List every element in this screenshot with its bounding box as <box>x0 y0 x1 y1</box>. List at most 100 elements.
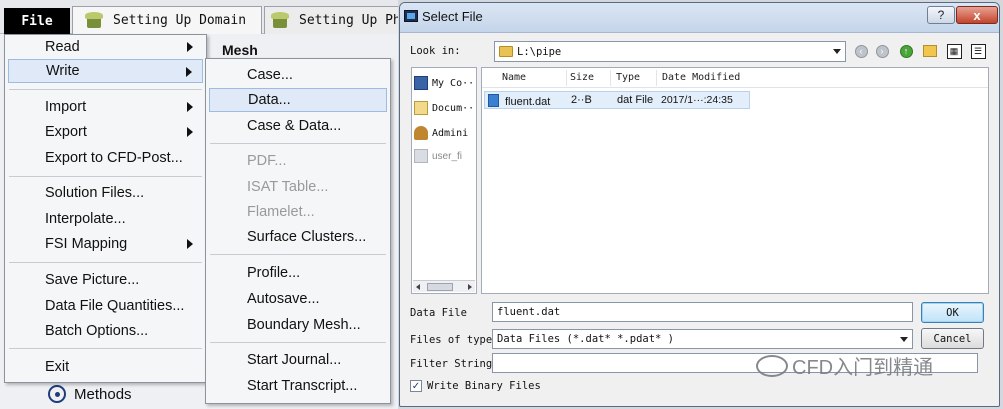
tab-file[interactable]: File <box>4 8 70 34</box>
ok-button[interactable]: OK <box>921 302 984 323</box>
menu-item-data[interactable]: Data... <box>209 88 387 112</box>
methods-tree-item[interactable]: Methods <box>48 385 132 403</box>
files-of-type-value: Data Files (*.dat* *.pdat* ) <box>497 333 675 345</box>
tab-setting-up-domain[interactable]: Setting Up Domain <box>72 6 262 34</box>
column-divider[interactable] <box>566 70 567 86</box>
file-list-header: Name Size Type Date Modified <box>482 68 988 88</box>
close-icon: x <box>973 7 981 23</box>
menu-item-case[interactable]: Case... <box>209 63 387 87</box>
user-icon <box>414 126 428 140</box>
menu-item-label: Start Transcript... <box>247 378 358 394</box>
menu-item-export-to-cfd-post[interactable]: Export to CFD-Post... <box>8 146 203 170</box>
file-name-cell: fluent.dat <box>488 94 550 108</box>
menu-item-label: Data... <box>248 92 291 108</box>
places-sidebar: My Co·· Docum·· Admini user_fi <box>411 67 477 294</box>
sidebar-horizontal-scrollbar[interactable] <box>413 280 475 292</box>
chevron-down-icon <box>833 49 841 54</box>
menu-item-surface-clusters[interactable]: Surface Clusters... <box>209 225 387 249</box>
menu-item-label: Write <box>46 63 80 79</box>
sidebar-item-documents[interactable]: Docum·· <box>414 99 474 117</box>
mesh-group-label: Mesh <box>222 42 258 58</box>
menu-item-export[interactable]: Export <box>8 120 203 144</box>
data-file-value: fluent.dat <box>497 306 561 318</box>
sidebar-item-label: Admini <box>432 127 469 139</box>
list-view-button[interactable]: ▦ <box>945 42 963 60</box>
scroll-right-icon <box>468 284 472 290</box>
forward-button[interactable]: › <box>873 42 891 60</box>
menu-item-label: ISAT Table... <box>247 179 329 195</box>
look-in-combo[interactable]: L:\pipe <box>494 41 846 62</box>
menu-item-start-journal[interactable]: Start Journal... <box>209 348 387 372</box>
computer-icon <box>414 76 428 90</box>
tab-setting-up-physics[interactable]: Setting Up Phy <box>264 6 398 34</box>
menu-item-interpolate[interactable]: Interpolate... <box>8 207 203 231</box>
close-button[interactable]: x <box>956 6 998 24</box>
filter-string-label: Filter String <box>410 358 493 370</box>
back-arrow-icon: ‹ <box>854 44 868 58</box>
menu-item-label: Export to CFD-Post... <box>45 150 183 166</box>
back-button[interactable]: ‹ <box>852 42 870 60</box>
detail-view-button[interactable]: ☰ <box>969 42 987 60</box>
menu-item-label: Export <box>45 124 87 140</box>
sidebar-item-user-files[interactable]: user_fi <box>414 147 462 165</box>
menu-item-label: Save Picture... <box>45 272 140 288</box>
menu-item-save-picture[interactable]: Save Picture... <box>8 268 203 292</box>
write-binary-files-checkbox[interactable]: ✓ <box>410 380 422 392</box>
files-of-type-combo[interactable]: Data Files (*.dat* *.pdat* ) <box>492 329 913 349</box>
menu-item-autosave[interactable]: Autosave... <box>209 287 387 311</box>
data-file-input[interactable]: fluent.dat <box>492 302 913 322</box>
column-divider[interactable] <box>610 70 611 86</box>
menu-item-data-file-quantities[interactable]: Data File Quantities... <box>8 294 203 318</box>
wechat-logo-icon <box>756 354 788 377</box>
new-folder-icon <box>923 45 937 57</box>
column-header-size[interactable]: Size <box>570 72 594 83</box>
files-of-type-label: Files of type: <box>410 334 499 346</box>
column-header-type[interactable]: Type <box>616 72 640 83</box>
menu-item-label: Profile... <box>247 265 301 281</box>
menu-item-isat-table: ISAT Table... <box>209 175 387 199</box>
submenu-arrow-icon <box>187 239 193 249</box>
new-folder-button[interactable] <box>921 42 939 60</box>
menu-item-exit[interactable]: Exit <box>8 355 203 379</box>
file-row[interactable]: fluent.dat 2··B dat File 2017/1···:24:35 <box>484 91 750 109</box>
menu-item-label: Case... <box>247 67 293 83</box>
menu-item-read[interactable]: Read <box>8 35 203 59</box>
ok-button-label: OK <box>946 306 959 319</box>
package-icon <box>85 12 103 29</box>
menu-item-case-and-data[interactable]: Case & Data... <box>209 114 387 138</box>
scrollbar-thumb[interactable] <box>427 283 453 291</box>
write-submenu: Case... Data... Case & Data... PDF... IS… <box>205 58 391 404</box>
menu-item-solution-files[interactable]: Solution Files... <box>8 181 203 205</box>
sidebar-item-my-computer[interactable]: My Co·· <box>414 74 474 92</box>
look-in-label: Look in: <box>410 45 461 57</box>
file-name: fluent.dat <box>505 96 551 108</box>
menu-item-import[interactable]: Import <box>8 95 203 119</box>
parent-folder-button[interactable]: ↑ <box>897 42 915 60</box>
select-file-dialog: Select File ? x Look in: L:\pipe ‹ › ↑ ▦… <box>399 2 1000 407</box>
menu-item-label: Autosave... <box>247 291 320 307</box>
menu-item-batch-options[interactable]: Batch Options... <box>8 319 203 343</box>
column-divider[interactable] <box>656 70 657 86</box>
file-type: dat File <box>617 94 654 106</box>
scroll-left-icon <box>416 284 420 290</box>
dialog-title-bar[interactable]: Select File ? x <box>400 3 999 33</box>
column-header-name[interactable]: Name <box>502 72 526 83</box>
help-icon: ? <box>937 8 945 22</box>
menu-item-pdf: PDF... <box>209 149 387 173</box>
column-header-date-modified[interactable]: Date Modified <box>662 72 740 83</box>
sidebar-item-label: user_fi <box>432 150 463 162</box>
menu-item-fsi-mapping[interactable]: FSI Mapping <box>8 232 203 256</box>
cancel-button[interactable]: Cancel <box>921 328 984 349</box>
menu-item-label: PDF... <box>247 153 287 169</box>
menu-separator <box>9 262 202 263</box>
menu-item-profile[interactable]: Profile... <box>209 261 387 285</box>
menu-separator <box>210 143 386 144</box>
sidebar-item-administrator[interactable]: Admini <box>414 124 468 142</box>
menu-item-start-transcript[interactable]: Start Transcript... <box>209 374 387 398</box>
help-button[interactable]: ? <box>927 6 955 24</box>
menu-item-write[interactable]: Write <box>8 59 203 83</box>
menu-item-label: Read <box>45 39 80 55</box>
menu-item-label: Case & Data... <box>247 118 342 134</box>
file-list: Name Size Type Date Modified fluent.dat … <box>481 67 989 294</box>
menu-item-boundary-mesh[interactable]: Boundary Mesh... <box>209 313 387 337</box>
